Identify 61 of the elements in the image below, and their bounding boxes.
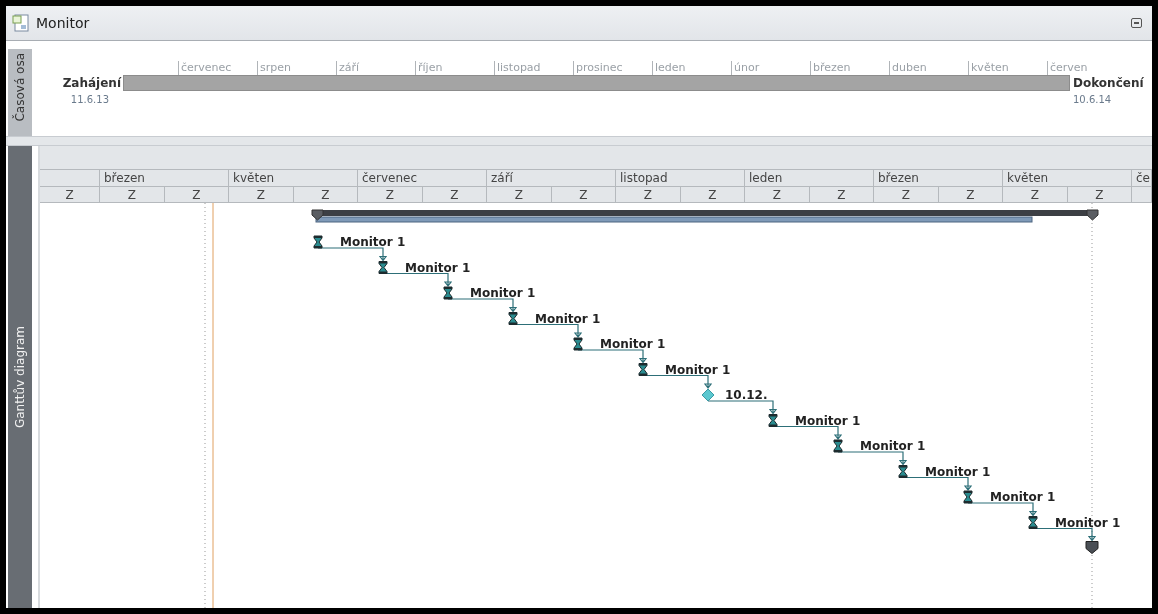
task-marker-icon[interactable] [898,465,908,478]
timescale-unit: Z [616,186,681,203]
milestone-diamond[interactable] [701,388,715,402]
month-header: květen [229,169,358,186]
task-marker-icon[interactable] [963,490,973,504]
month-header: květen [1003,169,1132,186]
month-header: če [1132,169,1152,186]
timescale-unit: Z [680,186,745,203]
task-label: Monitor 1 [535,311,601,326]
dependency-arrow [707,400,777,415]
month-header: leden [745,169,874,186]
task-label: Monitor 1 [860,439,926,453]
start-label: Zahájení [62,76,123,90]
task-label: Monitor 1 [925,464,991,479]
task-label: Monitor 1 [600,337,666,351]
task-label: Monitor 1 [665,362,731,377]
timescale-unit: Z [422,186,487,203]
timescale-unit: Z [358,186,423,203]
task-label: Monitor 1 [795,413,861,428]
restore-icon[interactable] [1131,18,1142,28]
month-header: listopad [616,169,745,186]
month-header: září [487,169,616,186]
task-marker-icon[interactable] [378,261,388,274]
task-marker-icon[interactable] [508,312,518,325]
task-label: Monitor 1 [405,260,471,275]
task-label: Monitor 1 [1055,515,1121,530]
timescale-unit: Z [938,186,1003,203]
timescale-unit: Z [293,186,358,203]
task-marker-icon[interactable] [638,363,648,376]
month-header: březen [100,169,229,186]
month-header: červenec [358,169,487,186]
finish-label: Dokončení [1072,76,1145,90]
task-marker-icon[interactable] [443,286,453,300]
gantt-side-tab[interactable]: Ganttův diagram [8,146,32,608]
task-marker-icon[interactable] [313,235,323,249]
timescale-unit: Z [40,186,100,203]
timescale-unit: Z [1067,186,1132,203]
timescale-unit: Z [164,186,229,203]
task-marker-icon[interactable] [1028,516,1038,529]
timescale-unit: Z [487,186,552,203]
timescale-unit: Z [551,186,616,203]
timescale-unit: Z [1003,186,1068,203]
timescale-unit: Z [100,186,165,203]
start-date: 11.6.13 [70,93,110,107]
window-title: Monitor [36,15,91,31]
month-header: březen [874,169,1003,186]
timescale-unit: Z [809,186,874,203]
task-marker-icon[interactable] [573,337,583,351]
timeline-side-tab[interactable]: Časová osa [8,49,32,136]
task-marker-icon[interactable] [768,414,778,427]
task-label: Monitor 1 [470,286,536,300]
task-label: Monitor 1 [990,490,1056,504]
timescale-unit: Z [745,186,810,203]
document-icon [12,14,30,32]
summary-end-marker [1085,541,1099,554]
task-label: 10.12. [725,388,768,402]
task-marker-icon[interactable] [833,439,843,453]
timescale-unit: Z [229,186,294,203]
timescale-unit: Z [874,186,939,203]
finish-date: 10.6.14 [1072,93,1113,107]
task-label: Monitor 1 [340,235,406,249]
